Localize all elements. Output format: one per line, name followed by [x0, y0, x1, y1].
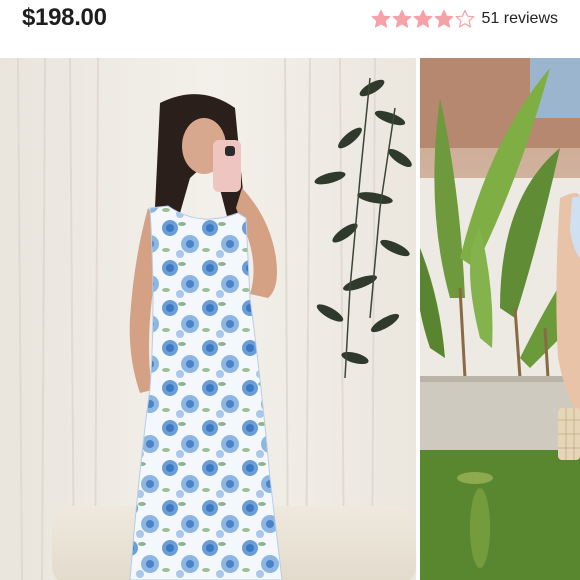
product-image-gallery: [0, 58, 580, 580]
product-photo-secondary[interactable]: [420, 58, 580, 580]
rating-summary[interactable]: 51 reviews: [371, 9, 558, 29]
star-rating: [371, 9, 476, 29]
star-filled-icon: [371, 9, 390, 28]
star-empty-icon: [455, 9, 474, 28]
price-label: $198.00: [22, 4, 107, 31]
reviews-count-link[interactable]: 51 reviews: [482, 10, 558, 28]
star-filled-icon: [392, 9, 411, 28]
product-header: $198.00 51 reviews: [0, 0, 580, 58]
product-photo-main[interactable]: [0, 58, 416, 580]
star-filled-icon: [434, 9, 453, 28]
star-filled-icon: [413, 9, 432, 28]
